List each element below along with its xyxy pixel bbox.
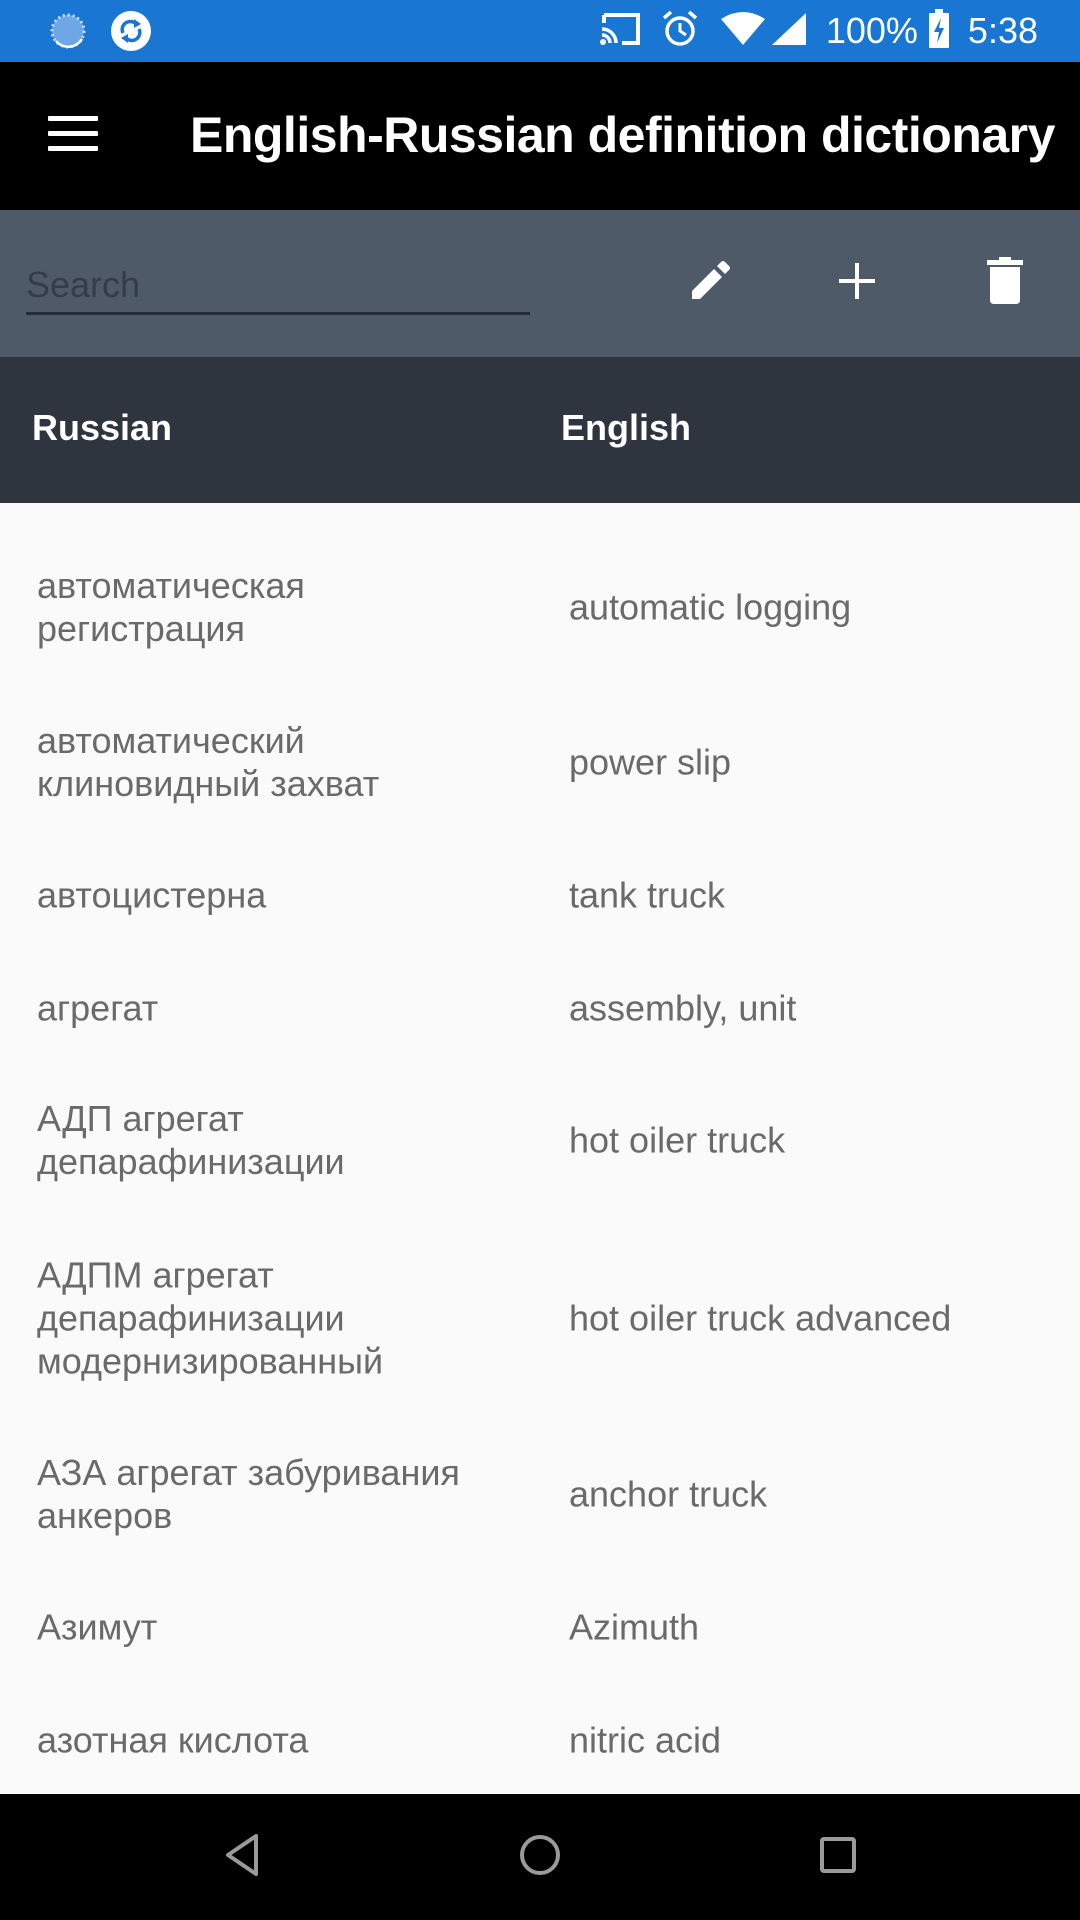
loading-icon (48, 11, 88, 51)
pencil-icon (686, 257, 734, 310)
add-button[interactable] (827, 253, 887, 313)
status-bar: 100% 5:38 (0, 0, 1080, 62)
russian-term: АЗА агрегат забуривания анкеров (37, 1452, 460, 1536)
wifi-icon (720, 11, 766, 52)
russian-term: автоматический клиновидный захват (37, 720, 380, 804)
english-term: automatic logging (569, 586, 852, 628)
english-term: power slip (569, 741, 732, 783)
table-header: Russian English (0, 357, 1080, 503)
back-button[interactable] (207, 1822, 277, 1892)
plus-icon (837, 261, 877, 306)
status-bar-right: 100% 5:38 (598, 0, 1038, 62)
russian-term: Азимут (37, 1606, 158, 1648)
recents-button[interactable] (803, 1822, 873, 1892)
hamburger-menu-icon[interactable] (38, 102, 108, 164)
battery-charging-icon (928, 8, 950, 54)
back-triangle-icon (222, 1832, 262, 1883)
russian-term: автоматическая регистрация (37, 565, 305, 649)
search-input[interactable] (26, 258, 530, 312)
english-term: assembly, unit (569, 987, 797, 1029)
app-bar: English-Russian definition dictionary (0, 62, 1080, 210)
navigation-bar (0, 1794, 1080, 1920)
english-term: anchor truck (569, 1473, 768, 1515)
english-term: nitric acid (569, 1719, 722, 1761)
edit-button[interactable] (680, 253, 740, 313)
delete-button[interactable] (975, 253, 1035, 313)
english-term: hot oiler truck advanced (569, 1297, 952, 1339)
english-term: hot oiler truck (569, 1119, 786, 1161)
recents-square-icon (818, 1835, 858, 1880)
sync-icon (111, 11, 151, 51)
russian-term: АДП агрегат депарафинизации (37, 1098, 345, 1182)
signal-icon (771, 11, 808, 52)
column-header-english[interactable]: English (561, 407, 691, 449)
english-term: Azimuth (569, 1606, 700, 1648)
home-circle-icon (518, 1833, 562, 1882)
clock-time: 5:38 (967, 10, 1038, 51)
home-button[interactable] (505, 1822, 575, 1892)
column-header-russian[interactable]: Russian (32, 407, 172, 449)
english-term: tank truck (569, 874, 726, 916)
alarm-icon (660, 9, 700, 54)
russian-term: автоцистерна (37, 874, 267, 916)
russian-term: азотная кислота (37, 1719, 309, 1761)
app-title: English-Russian definition dictionary (190, 107, 1055, 163)
dictionary-list[interactable]: автоматическая регистрация automatic log… (0, 503, 1080, 1794)
search-underline (26, 312, 530, 315)
battery-percent: 100% (825, 10, 918, 51)
cast-icon (598, 11, 642, 52)
trash-icon (985, 256, 1025, 311)
russian-term: АДПМ агрегат депарафинизации модернизиро… (37, 1254, 384, 1382)
russian-term: агрегат (37, 987, 159, 1029)
search-field[interactable] (26, 258, 530, 316)
